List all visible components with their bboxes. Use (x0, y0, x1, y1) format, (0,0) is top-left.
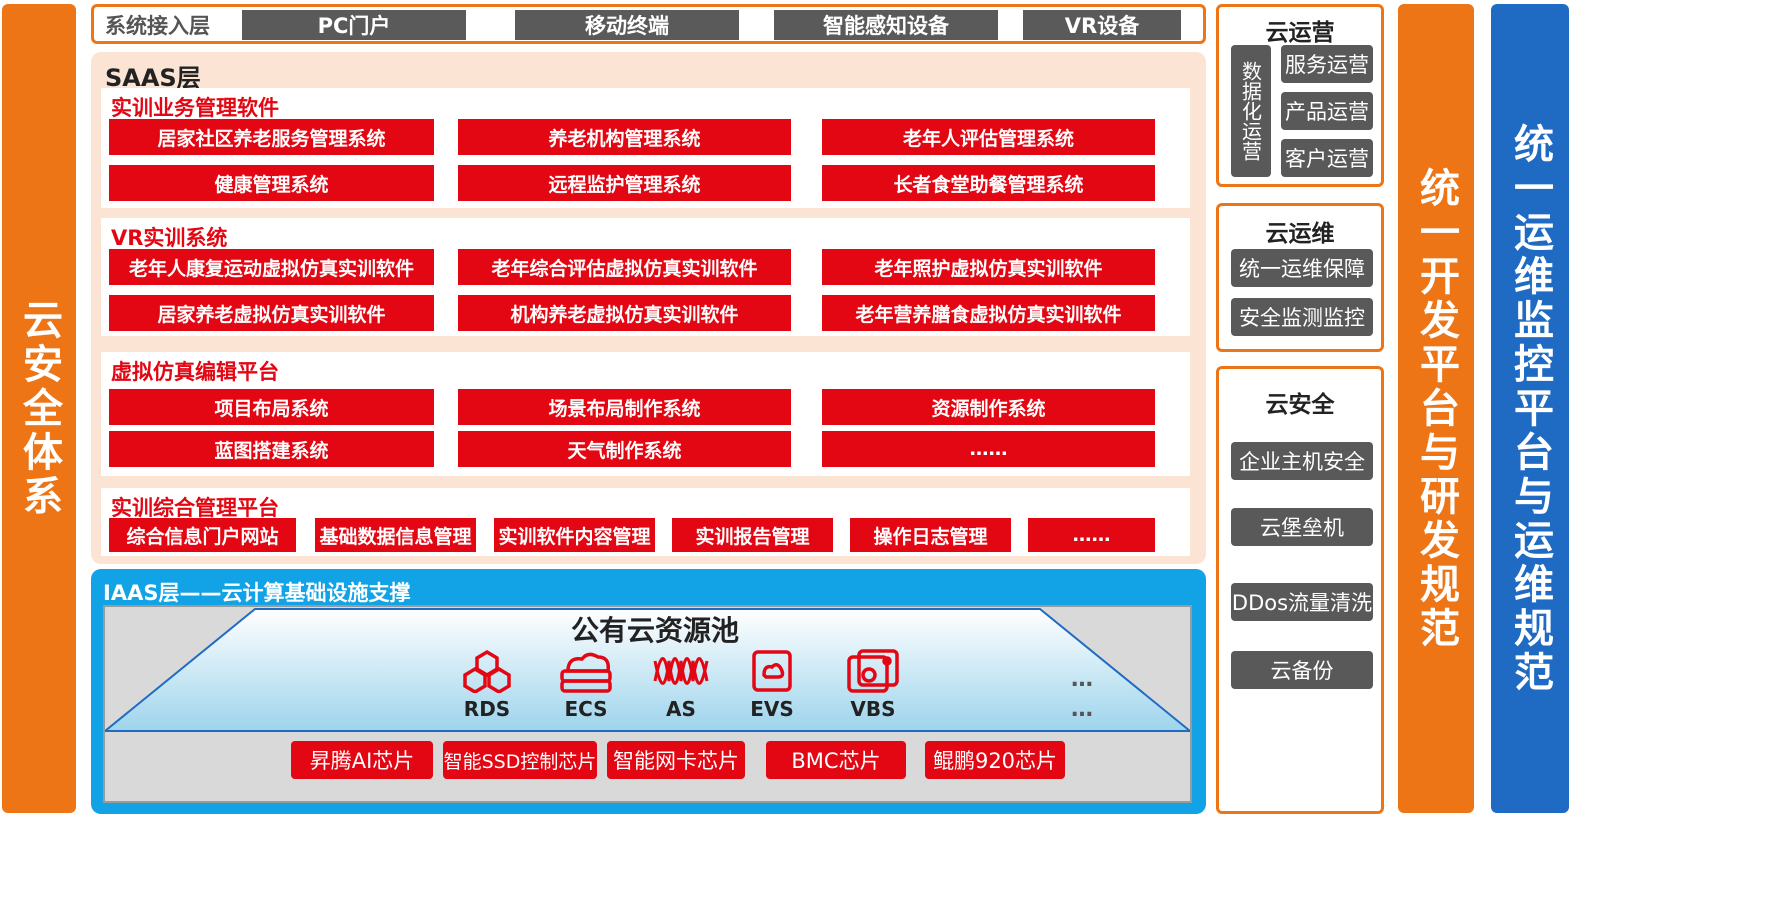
software-content-management[interactable]: 实训软件内容管理 (494, 518, 655, 552)
product-operations[interactable]: 产品运营 (1281, 92, 1373, 130)
vr-comprehensive-assessment[interactable]: 老年综合评估虚拟仿真实训软件 (458, 249, 791, 285)
cloud-operations-box: 云运营 数据化运营 服务运营 产品运营 客户运营 (1216, 4, 1384, 187)
elderly-institution-system[interactable]: 养老机构管理系统 (458, 119, 791, 155)
training-business-panel: 实训业务管理软件 居家社区养老服务管理系统 养老机构管理系统 老年人评估管理系统… (101, 88, 1190, 208)
vr-institution-care[interactable]: 机构养老虚拟仿真实训软件 (458, 295, 791, 331)
operation-log-management[interactable]: 操作日志管理 (850, 518, 1011, 552)
more-services-ellipsis-2: … (1071, 697, 1093, 722)
service-rds-label: RDS (463, 697, 511, 721)
service-as-label: AS (666, 697, 696, 721)
unified-ops-guarantee[interactable]: 统一运维保障 (1231, 249, 1373, 287)
resource-production-system[interactable]: 资源制作系统 (822, 389, 1155, 425)
unified-dev-platform-bar: 统一开发平台与研发规范 (1398, 4, 1474, 813)
iaas-layer: IAAS层——云计算基础设施支撑 公有云资源池 RDS ECS AS EVS V… (91, 569, 1206, 814)
hexagon-cluster-icon (463, 649, 511, 695)
iaas-layer-title: IAAS层——云计算基础设施支撑 (103, 581, 411, 605)
weather-production-system[interactable]: 天气制作系统 (458, 431, 791, 467)
simulation-editor-panel: 虚拟仿真编辑平台 项目布局系统 场景布局制作系统 资源制作系统 蓝图搭建系统 天… (101, 352, 1190, 476)
service-evs[interactable]: EVS (742, 649, 802, 721)
vr-training-panel: VR实训系统 老年人康复运动虚拟仿真实训软件 老年综合评估虚拟仿真实训软件 老年… (101, 218, 1190, 336)
cloud-operations-title: 云运营 (1265, 20, 1335, 46)
storage-disk-icon (752, 650, 792, 692)
training-mgmt-panel: 实训综合管理平台 综合信息门户网站 基础数据信息管理 实训软件内容管理 实训报告… (101, 488, 1190, 556)
service-vbs-label: VBS (850, 697, 896, 721)
vr-rehab-exercise[interactable]: 老年人康复运动虚拟仿真实训软件 (109, 249, 434, 285)
vr-training-title: VR实训系统 (111, 226, 228, 250)
saas-layer: SAAS层 实训业务管理软件 居家社区养老服务管理系统 养老机构管理系统 老年人… (91, 52, 1206, 564)
blueprint-building-system[interactable]: 蓝图搭建系统 (109, 431, 434, 467)
auto-scaling-icon (653, 657, 709, 685)
cloud-security-system-label: 云安全体系 (16, 298, 62, 519)
security-monitoring[interactable]: 安全监测监控 (1231, 298, 1373, 336)
public-cloud-pool: 公有云资源池 RDS ECS AS EVS VBS … … 昇腾AI芯片 智能S… (103, 605, 1192, 803)
chip-smart-ssd[interactable]: 智能SSD控制芯片 (443, 741, 597, 779)
service-ecs-label: ECS (564, 697, 608, 721)
info-portal-site[interactable]: 综合信息门户网站 (109, 518, 296, 552)
cloud-backup[interactable]: 云备份 (1231, 651, 1373, 689)
cloud-maintenance-box: 云运维 统一运维保障 安全监测监控 (1216, 203, 1384, 352)
elderly-canteen-system[interactable]: 长者食堂助餐管理系统 (822, 165, 1155, 201)
chip-kunpeng-920[interactable]: 鲲鹏920芯片 (925, 741, 1065, 779)
chip-smart-nic[interactable]: 智能网卡芯片 (607, 741, 745, 779)
training-report-management[interactable]: 实训报告管理 (672, 518, 833, 552)
health-management-system[interactable]: 健康管理系统 (109, 165, 434, 201)
service-ecs[interactable]: ECS (556, 649, 616, 721)
cloud-security-box: 云安全 企业主机安全 云堡垒机 DDos流量清洗 云备份 (1216, 366, 1384, 814)
vr-nutrition-diet[interactable]: 老年营养膳食虚拟仿真实训软件 (822, 295, 1155, 331)
access-vr-device[interactable]: VR设备 (1023, 10, 1181, 40)
basic-data-management[interactable]: 基础数据信息管理 (315, 518, 476, 552)
cloud-maintenance-title: 云运维 (1265, 221, 1335, 247)
backup-disk-icon (847, 649, 899, 693)
access-layer-title: 系统接入层 (105, 14, 210, 38)
remote-monitoring-system[interactable]: 远程监护管理系统 (458, 165, 791, 201)
access-smart-sensing[interactable]: 智能感知设备 (774, 10, 998, 40)
cloud-security-title: 云安全 (1265, 392, 1335, 418)
unified-dev-platform-label: 统一开发平台与研发规范 (1413, 166, 1459, 651)
service-as[interactable]: AS (651, 649, 711, 721)
customer-operations[interactable]: 客户运营 (1281, 139, 1373, 177)
project-layout-system[interactable]: 项目布局系统 (109, 389, 434, 425)
service-rds[interactable]: RDS (457, 649, 517, 721)
elderly-assessment-system[interactable]: 老年人评估管理系统 (822, 119, 1155, 155)
more-services-ellipsis-1: … (1071, 667, 1093, 692)
data-driven-ops[interactable]: 数据化运营 (1231, 45, 1271, 177)
cloud-bastion-host[interactable]: 云堡垒机 (1231, 508, 1373, 546)
access-layer: 系统接入层 PC门户 移动终端 智能感知设备 VR设备 (91, 4, 1206, 44)
chip-ascend-ai[interactable]: 昇腾AI芯片 (291, 741, 433, 779)
simulation-editor-title: 虚拟仿真编辑平台 (111, 360, 279, 384)
access-pc-portal[interactable]: PC门户 (242, 10, 466, 40)
home-community-elderly-system[interactable]: 居家社区养老服务管理系统 (109, 119, 434, 155)
unified-ops-monitoring-label: 统一运维监控平台与运维规范 (1507, 122, 1553, 695)
unified-ops-monitoring-bar: 统一运维监控平台与运维规范 (1491, 4, 1569, 813)
vr-home-care[interactable]: 居家养老虚拟仿真实训软件 (109, 295, 434, 331)
service-evs-label: EVS (750, 697, 794, 721)
service-vbs[interactable]: VBS (843, 649, 903, 721)
ddos-traffic-cleaning[interactable]: DDos流量清洗 (1231, 583, 1373, 621)
chip-bmc[interactable]: BMC芯片 (766, 741, 906, 779)
scene-layout-system[interactable]: 场景布局制作系统 (458, 389, 791, 425)
public-cloud-pool-title: 公有云资源池 (571, 614, 740, 647)
training-business-title: 实训业务管理软件 (111, 96, 279, 120)
cloud-security-system-bar: 云安全体系 (2, 4, 76, 813)
more-mgmt-items[interactable]: …… (1028, 518, 1155, 552)
enterprise-host-security[interactable]: 企业主机安全 (1231, 442, 1373, 480)
more-editor-systems[interactable]: …… (822, 431, 1155, 467)
server-cloud-icon (560, 652, 612, 693)
service-operations[interactable]: 服务运营 (1281, 45, 1373, 83)
vr-elderly-care[interactable]: 老年照护虚拟仿真实训软件 (822, 249, 1155, 285)
data-driven-ops-label: 数据化运营 (1238, 61, 1263, 161)
access-mobile-terminal[interactable]: 移动终端 (515, 10, 739, 40)
